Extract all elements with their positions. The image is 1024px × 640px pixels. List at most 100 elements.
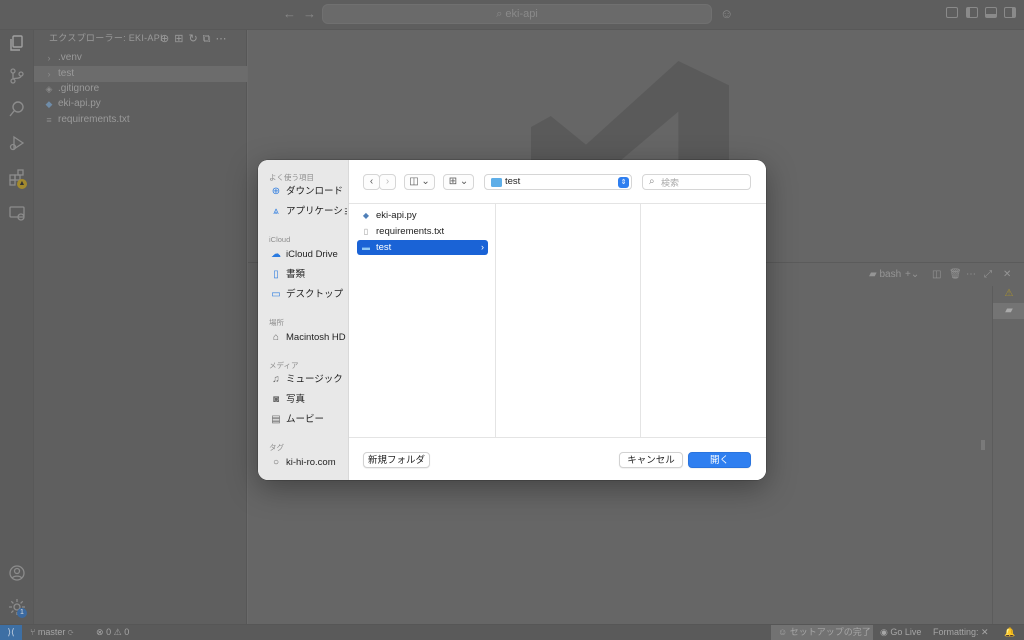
settings-badge: 1 xyxy=(17,608,27,618)
sidebar-item-icloud-drive[interactable]: ☁ iCloud Drive xyxy=(269,246,347,264)
problems-status[interactable]: ⊗ 0 ⚠ 0 xyxy=(96,625,129,640)
remote-indicator-icon[interactable]: ⟩⟨ xyxy=(0,625,22,640)
dialog-footer: 新規フォルダ キャンセル 開く xyxy=(349,437,766,480)
chevron-down-icon: ⌄ xyxy=(421,176,430,187)
warning-badge: ▲ xyxy=(17,179,27,189)
run-debug-icon[interactable] xyxy=(8,134,26,152)
close-panel-icon[interactable]: ✕ xyxy=(1003,269,1011,280)
account-icon[interactable] xyxy=(8,564,26,582)
file-row-requirements[interactable]: ▯ requirements.txt xyxy=(357,224,488,239)
source-control-icon[interactable] xyxy=(8,67,26,85)
tree-item-label: requirements.txt xyxy=(58,114,130,125)
maximize-panel-icon[interactable]: ⤢ xyxy=(984,269,992,280)
forward-arrow-icon[interactable]: → xyxy=(303,6,316,21)
sidebar-item-documents[interactable]: ▯ 書類 xyxy=(269,266,347,284)
tree-item-test[interactable]: › test xyxy=(34,66,247,82)
search-input[interactable] xyxy=(661,176,747,189)
go-live-button[interactable]: ◉ Go Live xyxy=(880,625,921,640)
status-bar: ⟩⟨ ⑂ master ⟳ ⊗ 0 ⚠ 0 ☺ セットアップの完了 ◉ Go L… xyxy=(0,624,1024,640)
sidebar-item-music[interactable]: ♫ ミュージック xyxy=(269,371,347,389)
path-popup[interactable]: test ⇕ xyxy=(484,174,632,190)
formatting-status[interactable]: Formatting: ✕ xyxy=(933,625,989,640)
text-file-icon: ≡ xyxy=(46,115,52,125)
collapse-all-icon[interactable]: ⧉ xyxy=(203,33,216,45)
chevron-right-icon: › xyxy=(47,69,51,79)
warning-icon: ⚠ xyxy=(113,627,122,637)
toggle-secondary-sidebar-icon[interactable] xyxy=(1004,7,1016,18)
tags-section-title: タグ xyxy=(269,443,284,452)
command-center-search[interactable]: ⌕ eki-api xyxy=(322,4,712,24)
go-live-label: Go Live xyxy=(890,627,922,637)
folder-icon xyxy=(491,178,502,187)
cancel-button[interactable]: キャンセル xyxy=(619,452,683,468)
file-label: eki-api.py xyxy=(376,210,417,221)
media-section-title: メディア xyxy=(269,361,299,370)
toggle-panel-icon[interactable] xyxy=(985,7,997,18)
sidebar-item-label: iCloud Drive xyxy=(286,249,338,260)
group-button[interactable]: ⊞ ⌄ xyxy=(443,174,474,190)
tree-item-label: test xyxy=(58,68,75,79)
toggle-primary-sidebar-icon[interactable] xyxy=(966,7,978,18)
sidebar-item-movies[interactable]: ▤ ムービー xyxy=(269,411,347,429)
chevron-right-icon: › xyxy=(385,176,390,187)
split-terminal-icon[interactable]: ◫ xyxy=(932,269,941,280)
tree-item-requirements[interactable]: ≡ requirements.txt xyxy=(34,112,247,128)
sidebar-item-label: 写真 xyxy=(286,394,306,405)
file-row-test[interactable]: ▬ test › xyxy=(357,240,488,255)
layout-toggle-icon[interactable] xyxy=(946,7,958,18)
column-divider[interactable] xyxy=(495,204,496,437)
sidebar-item-label: デスクトップ xyxy=(286,289,344,300)
disk-icon: ⌂ xyxy=(272,332,280,343)
setup-status[interactable]: ☺ セットアップの完了 xyxy=(778,625,871,640)
tree-item-eki-api-py[interactable]: ◆ eki-api.py xyxy=(34,96,247,112)
download-icon: ⊕ xyxy=(271,186,281,197)
kill-terminal-icon[interactable]: 🗑 xyxy=(949,269,962,280)
new-file-icon[interactable]: ⊕ xyxy=(160,33,174,45)
tree-item-gitignore[interactable]: ◈ .gitignore xyxy=(34,81,247,97)
back-button[interactable]: ‹ xyxy=(363,174,380,190)
setup-label: セットアップの完了 xyxy=(789,627,871,637)
back-arrow-icon[interactable]: ← xyxy=(283,6,296,21)
dialog-main: ‹ › ◫ ⌄ ⊞ ⌄ test ⇕ ⌕ ◆ eki-api.py ▯ xyxy=(349,160,766,480)
copilot-icon[interactable]: ☺ xyxy=(720,6,733,21)
branch-status[interactable]: ⑂ master ⟳ xyxy=(30,625,73,640)
scrollbar-thumb[interactable] xyxy=(981,440,985,450)
forward-button[interactable]: › xyxy=(379,174,396,190)
terminal-instance-icon[interactable]: ▰ xyxy=(993,303,1024,319)
column-divider[interactable] xyxy=(640,204,641,437)
chevron-left-icon: ‹ xyxy=(369,176,374,187)
view-mode-button[interactable]: ◫ ⌄ xyxy=(404,174,435,190)
new-terminal-icon[interactable]: +⌄ xyxy=(905,269,919,280)
error-count: 0 xyxy=(106,627,112,637)
sidebar-item-label: 書類 xyxy=(286,269,306,280)
files-icon[interactable] xyxy=(8,34,26,52)
terminal-list: ⚠ ▰ xyxy=(992,286,1024,624)
explorer-actions: ⊕⊞↻⧉⋯ xyxy=(160,32,232,46)
refresh-icon[interactable]: ↻ xyxy=(188,33,202,45)
more-actions-icon[interactable]: ⋯ xyxy=(216,33,232,45)
tree-item-label: .gitignore xyxy=(58,83,100,94)
sidebar-item-macintosh-hd[interactable]: ⌂ Macintosh HD xyxy=(269,329,347,347)
terminal-tab[interactable]: ▰ bash xyxy=(869,269,901,280)
search-icon[interactable] xyxy=(8,100,26,118)
sidebar-item-tag[interactable]: ○ ki-hi-ro.com xyxy=(269,454,347,472)
bell-icon[interactable]: 🔔 xyxy=(1004,625,1015,640)
workspace-name: eki-api xyxy=(505,8,538,20)
file-row-eki-api-py[interactable]: ◆ eki-api.py xyxy=(357,208,488,223)
remote-explorer-icon[interactable] xyxy=(8,204,26,222)
tree-item-venv[interactable]: › .venv xyxy=(34,50,247,66)
open-button[interactable]: 開く xyxy=(688,452,751,468)
sidebar-item-photos[interactable]: ◙ 写真 xyxy=(269,391,347,409)
new-folder-button[interactable]: 新規フォルダ xyxy=(363,452,430,468)
sidebar-item-applications[interactable]: ⩓ アプリケーション xyxy=(269,203,347,221)
search-icon: ⌕ xyxy=(649,176,655,187)
more-icon[interactable]: ⋯ xyxy=(966,269,976,280)
title-bar: ← → ⌕ eki-api ☺ xyxy=(0,0,1024,30)
search-field[interactable]: ⌕ xyxy=(642,174,751,190)
new-folder-icon[interactable]: ⊞ xyxy=(174,33,188,45)
error-icon: ⊗ xyxy=(96,627,104,637)
sidebar-item-downloads[interactable]: ⊕ ダウンロード xyxy=(269,183,347,201)
sidebar-item-desktop[interactable]: ▭ デスクトップ xyxy=(269,286,347,304)
warning-icon[interactable]: ⚠ xyxy=(993,286,1024,302)
sync-icon: ⟳ xyxy=(67,627,74,637)
